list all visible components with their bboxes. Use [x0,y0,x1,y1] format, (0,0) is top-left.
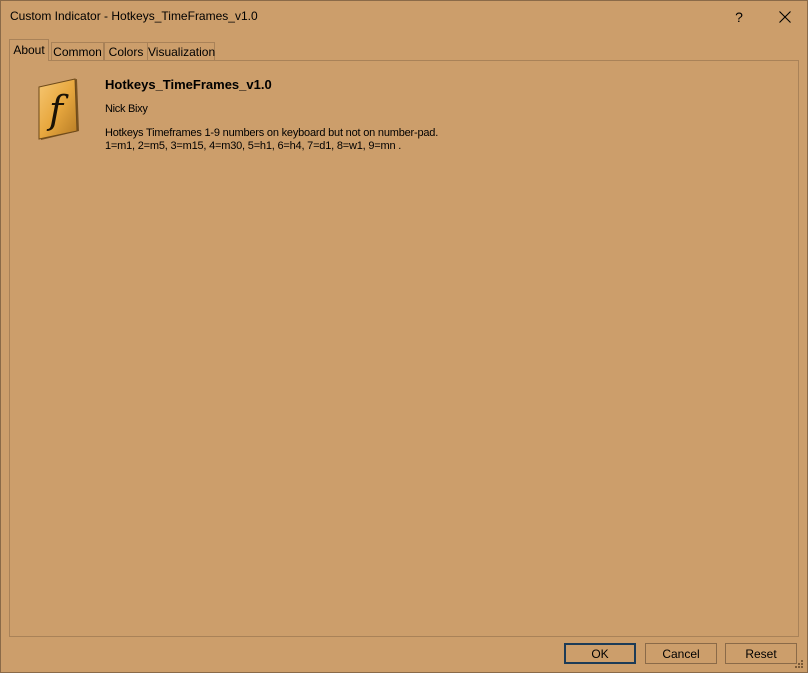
description-line-2: 1=m1, 2=m5, 3=m15, 4=m30, 5=h1, 6=h4, 7=… [105,140,402,152]
description-line-1: Hotkeys Timeframes 1-9 numbers on keyboa… [105,127,439,139]
window-title: Custom Indicator - Hotkeys_TimeFrames_v1… [10,9,258,23]
tab-about[interactable]: About [9,39,49,61]
close-button[interactable] [762,1,808,32]
cancel-button[interactable]: Cancel [645,643,717,664]
ok-button[interactable]: OK [564,643,636,664]
tab-colors[interactable]: Colors [104,42,148,60]
resize-grip-icon[interactable] [794,659,804,669]
function-f-icon: f [38,78,79,140]
indicator-description: Hotkeys Timeframes 1-9 numbers on keyboa… [105,127,438,153]
help-icon: ? [735,8,743,25]
reset-button[interactable]: Reset [725,643,797,664]
title-bar: Custom Indicator - Hotkeys_TimeFrames_v1… [1,1,807,32]
tab-common[interactable]: Common [51,42,104,60]
indicator-name: Hotkeys_TimeFrames_v1.0 [105,77,272,92]
help-button[interactable]: ? [716,1,762,32]
indicator-author: Nick Bixy [105,103,148,115]
close-icon [779,10,791,23]
tab-visualization[interactable]: Visualization [147,42,215,60]
custom-indicator-dialog: Custom Indicator - Hotkeys_TimeFrames_v1… [0,0,808,673]
